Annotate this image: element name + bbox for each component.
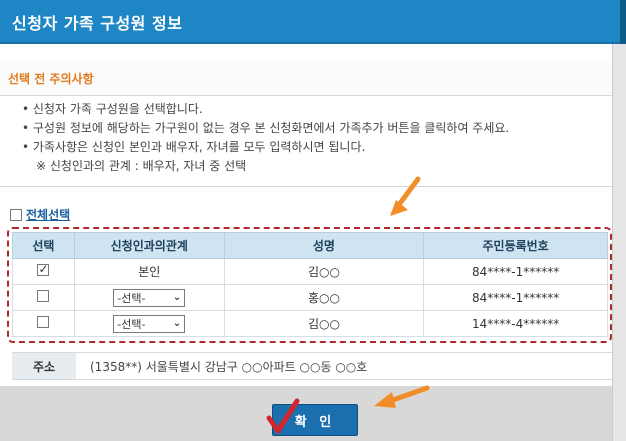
checkmark-icon (266, 398, 300, 434)
row-checkbox[interactable] (37, 316, 50, 328)
family-members-table: 선택 신청인과의관계 성명 주민등록번호 본인 김○○ 84****-1****… (12, 232, 608, 337)
relation-select[interactable]: -선택- ⌄ (113, 314, 186, 333)
chevron-down-icon: ⌄ (172, 318, 182, 329)
arrow-annotation-icon (374, 385, 430, 408)
table-row: -선택- ⌄ 김○○ 14****-4****** (12, 310, 608, 337)
name-cell: 김○○ (223, 258, 425, 285)
header-rrn: 주민등록번호 (423, 232, 608, 259)
address-label: 주소 (12, 353, 76, 379)
relation-cell: -선택- ⌄ (73, 284, 225, 311)
select-all-control[interactable]: 전체선택 (10, 206, 70, 223)
select-all-checkbox[interactable] (10, 208, 22, 221)
address-row: 주소 (1358**) 서울특별시 강남구 ○○아파트 ○○동 ○○호 (12, 352, 612, 380)
section-divider (0, 186, 612, 187)
rrn-cell: 14****-4****** (423, 310, 608, 337)
row-checkbox[interactable] (37, 290, 50, 302)
vertical-scrollbar[interactable] (612, 44, 626, 441)
arrow-annotation-icon (390, 176, 421, 216)
notice-header: 선택 전 주의사항 (0, 62, 612, 96)
table-row: 본인 김○○ 84****-1****** (12, 258, 608, 285)
row-select-cell (12, 258, 75, 285)
row-select-cell (12, 310, 75, 337)
relation-cell: 본인 (73, 258, 225, 285)
header-name: 성명 (223, 232, 425, 259)
relation-select-value: -선택- (117, 291, 146, 305)
relation-select[interactable]: -선택- ⌄ (113, 288, 186, 307)
row-select-cell (12, 284, 75, 311)
window-title: 신청자 가족 구성원 정보 (12, 14, 183, 33)
notice-list: • 신청자 가족 구성원을 선택합니다. • 구성원 정보에 해당하는 가구원이… (22, 100, 612, 176)
address-value: (1358**) 서울특별시 강남구 ○○아파트 ○○동 ○○호 (90, 359, 368, 374)
header-relation: 신청인과의관계 (73, 232, 225, 259)
chevron-down-icon: ⌄ (172, 292, 182, 303)
notice-line: • 신청자 가족 구성원을 선택합니다. (22, 102, 203, 116)
notice-line: • 가족사항은 신청인 본인과 배우자, 자녀를 모두 입력하시면 됩니다. (22, 140, 366, 154)
rrn-cell: 84****-1****** (423, 284, 608, 311)
select-all-label[interactable]: 전체선택 (26, 206, 70, 223)
notice-line: • 구성원 정보에 해당하는 가구원이 없는 경우 본 신청화면에서 가족추가 … (22, 121, 510, 135)
relation-select-value: -선택- (117, 317, 146, 331)
relation-cell: -선택- ⌄ (73, 310, 225, 337)
name-cell: 홍○○ (223, 284, 425, 311)
notice-note: ※ 신청인과의 관계 : 배우자, 자녀 중 선택 (36, 159, 247, 173)
rrn-cell: 84****-1****** (423, 258, 608, 285)
name-cell: 김○○ (223, 310, 425, 337)
notice-heading: 선택 전 주의사항 (8, 72, 94, 86)
row-checkbox-checked[interactable] (37, 262, 50, 276)
window-title-bar: 신청자 가족 구성원 정보 (0, 0, 626, 44)
table-header-row: 선택 신청인과의관계 성명 주민등록번호 (12, 232, 608, 259)
header-select: 선택 (12, 232, 75, 259)
title-bar-edge (620, 0, 626, 44)
table-row: -선택- ⌄ 홍○○ 84****-1****** (12, 284, 608, 311)
